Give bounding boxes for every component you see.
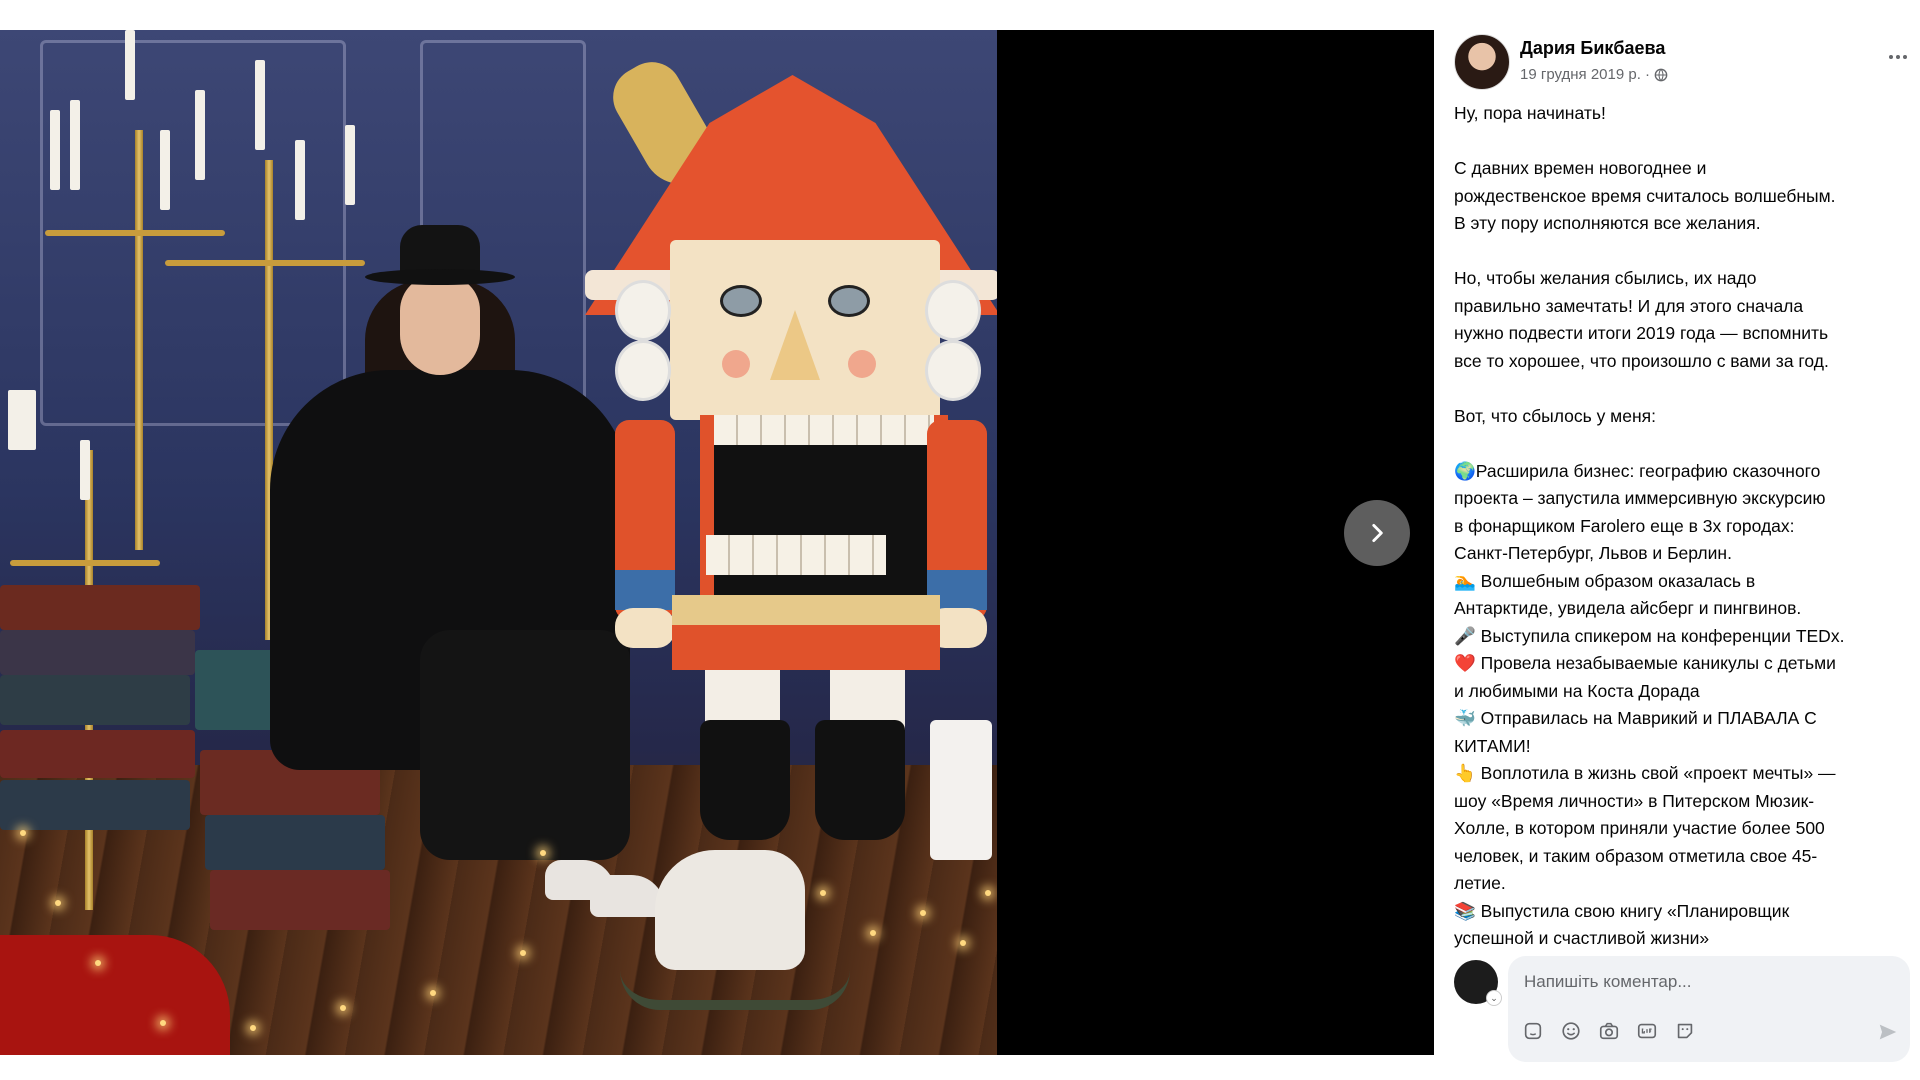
lantern <box>930 720 992 860</box>
more-options-icon <box>1889 55 1893 59</box>
nutcracker-cheek <box>722 350 750 378</box>
candelabra-arm <box>165 260 365 266</box>
person-legs <box>420 630 630 860</box>
emoji-icon[interactable] <box>1558 1018 1584 1044</box>
chevron-right-icon <box>1372 524 1383 542</box>
comment-composer: ⌄ <box>1454 956 1914 1076</box>
nutcracker-eye <box>720 285 762 317</box>
book-stack <box>0 585 200 630</box>
book-stack <box>0 630 195 675</box>
string-light <box>55 900 61 906</box>
candelabra-arm <box>10 560 160 566</box>
string-light <box>250 1025 256 1031</box>
candle <box>295 140 305 220</box>
string-light <box>870 930 876 936</box>
nutcracker-cuff <box>615 570 675 610</box>
nutcracker-boot <box>700 720 790 840</box>
string-light <box>520 950 526 956</box>
book-stack <box>0 675 190 725</box>
nutcracker-curl <box>925 340 981 401</box>
string-light <box>960 940 966 946</box>
book-stack <box>205 815 385 870</box>
author-name[interactable]: Дария Бикбаева <box>1520 38 1665 59</box>
candle <box>50 110 60 190</box>
post-text: Ну, пора начинать! С давних времен новог… <box>1454 103 1845 948</box>
post-header: Дария Бикбаева 19 грудня 2019 р. · <box>1454 34 1907 90</box>
candelabra <box>135 130 143 550</box>
next-photo-button[interactable] <box>1344 500 1410 566</box>
send-icon <box>1879 1024 1897 1040</box>
post-meta: 19 грудня 2019 р. · <box>1520 66 1668 83</box>
comment-toolbar <box>1520 1018 1698 1044</box>
nutcracker-curl <box>615 340 671 401</box>
rocking-horse-rocker <box>620 970 850 1010</box>
nutcracker-eye <box>828 285 870 317</box>
nutcracker-curl <box>925 280 981 341</box>
candle <box>80 440 90 500</box>
comment-input[interactable] <box>1522 966 1896 998</box>
nutcracker-belt <box>672 595 940 627</box>
post-panel: Дария Бикбаева 19 грудня 2019 р. · Ну, п… <box>1434 30 1920 1080</box>
book-stack <box>0 730 195 778</box>
more-options-button[interactable] <box>1880 42 1916 72</box>
avatar-sticker-icon[interactable] <box>1672 1018 1698 1044</box>
candle <box>8 390 36 450</box>
string-light <box>20 830 26 836</box>
candle <box>70 100 80 190</box>
nutcracker-teeth <box>706 535 886 575</box>
sticker-icon[interactable] <box>1520 1018 1546 1044</box>
camera-icon[interactable] <box>1596 1018 1622 1044</box>
string-light <box>430 990 436 996</box>
gif-icon[interactable] <box>1634 1018 1660 1044</box>
nutcracker-jacket <box>672 625 940 670</box>
string-light <box>540 850 546 856</box>
red-rug <box>0 935 230 1055</box>
candle <box>345 125 355 205</box>
rocking-horse <box>655 850 805 970</box>
globe-icon <box>1654 68 1668 81</box>
nutcracker-teeth <box>714 415 934 445</box>
author-avatar[interactable] <box>1454 34 1510 90</box>
chevron-down-icon[interactable]: ⌄ <box>1486 990 1502 1006</box>
nutcracker-cheek <box>848 350 876 378</box>
person-face <box>400 275 480 375</box>
comment-box <box>1508 956 1910 1062</box>
post-photo[interactable] <box>0 30 997 1055</box>
string-light <box>95 960 101 966</box>
candle <box>195 90 205 180</box>
nutcracker-boot <box>815 720 905 840</box>
nutcracker-curl <box>615 280 671 341</box>
post-date[interactable]: 19 грудня 2019 р. · <box>1520 66 1650 83</box>
string-light <box>820 890 826 896</box>
send-comment-button[interactable] <box>1874 1018 1902 1046</box>
string-light <box>160 1020 166 1026</box>
string-light <box>920 910 926 916</box>
book-stack <box>210 870 390 930</box>
candelabra-arm <box>45 230 225 236</box>
string-light <box>340 1005 346 1011</box>
nutcracker-hand <box>615 608 675 648</box>
photo-viewer <box>0 30 1434 1055</box>
nutcracker-face <box>670 240 940 420</box>
candle <box>255 60 265 150</box>
person-hat <box>365 225 515 285</box>
candle <box>125 30 135 100</box>
book-stack <box>0 780 190 830</box>
candle <box>160 130 170 210</box>
string-light <box>985 890 991 896</box>
